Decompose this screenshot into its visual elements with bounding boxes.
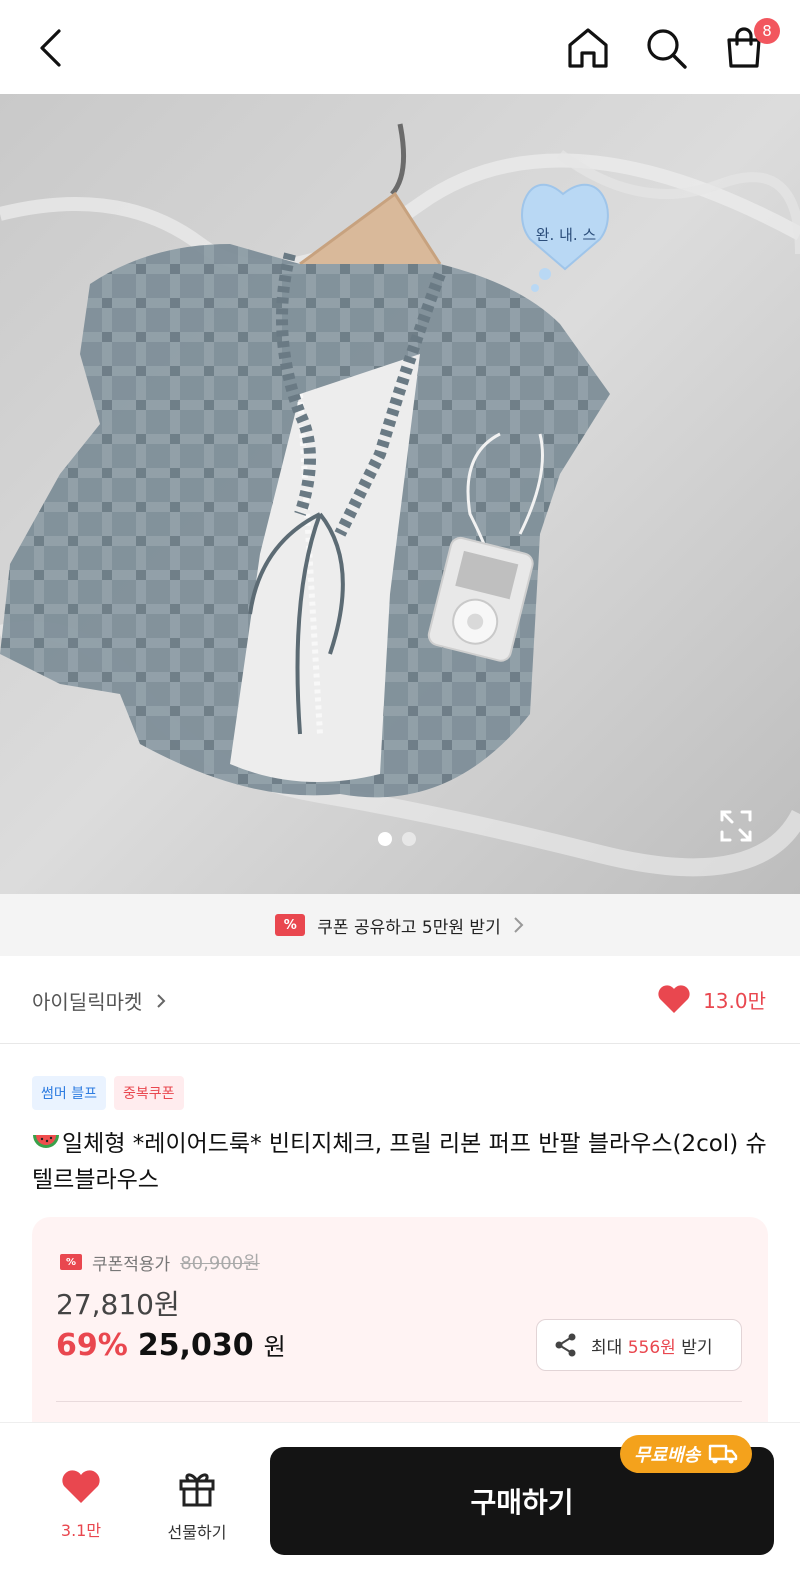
gift-label: 선물하기 xyxy=(167,1523,227,1542)
coupon-icon: % xyxy=(60,1254,82,1270)
gift-button[interactable]: 선물하기 xyxy=(160,1469,234,1543)
wishlist-button[interactable]: 3.1만 xyxy=(50,1469,112,1541)
share-icon xyxy=(555,1333,576,1357)
price-box: % 쿠폰적용가 80,900원 27,810원 69% 25,030 원 최대 … xyxy=(32,1217,768,1457)
store-row: 아이딜릭마켓 13.0만 xyxy=(0,956,800,1044)
final-price-unit: 원 xyxy=(263,1333,286,1361)
home-icon xyxy=(568,28,608,68)
product-title-text: 일체형 *레이어드룩* 빈티지체크, 프릴 리본 퍼프 반팔 블라우스(2col… xyxy=(32,1131,767,1193)
chevron-left-icon xyxy=(40,29,61,67)
coupon-share-text: 쿠폰 공유하고 5만원 받기 xyxy=(317,917,501,938)
bottom-action-bar: 3.1만 선물하기 구매하기 무료배송 xyxy=(0,1422,800,1580)
chevron-right-icon xyxy=(514,917,524,933)
heart-icon xyxy=(658,985,690,1013)
heart-bubble-text: 완. 내. 스 xyxy=(536,226,597,244)
buy-label: 구매하기 xyxy=(470,1486,574,1519)
original-price: 80,900원 xyxy=(180,1253,260,1274)
coupon-icon: % xyxy=(275,914,306,936)
chevron-right-icon xyxy=(157,993,166,1008)
expand-image-button[interactable] xyxy=(718,808,754,844)
coupon-price-line: % 쿠폰적용가 80,900원 xyxy=(60,1249,260,1275)
free-shipping-label: 무료배송 xyxy=(634,1445,701,1466)
share-prefix: 최대 xyxy=(591,1337,623,1358)
free-shipping-badge: 무료배송 xyxy=(620,1435,753,1473)
heart-icon xyxy=(62,1470,100,1503)
tag-summer-bf: 썸머 블프 xyxy=(32,1076,106,1110)
share-reward-button[interactable]: 최대 556원 받기 xyxy=(536,1319,742,1371)
product-photo: 완. 내. 스 xyxy=(0,94,800,894)
home-button[interactable] xyxy=(560,20,616,76)
truck-icon xyxy=(709,1444,738,1464)
store-link[interactable]: 아이딜릭마켓 xyxy=(32,986,166,1015)
gift-icon xyxy=(179,1473,215,1507)
tag-double-coupon: 중복쿠폰 xyxy=(113,1076,184,1110)
top-nav-bar: 8 xyxy=(0,0,800,94)
carousel-indicator xyxy=(378,832,416,846)
store-like-button[interactable]: 13.0만 xyxy=(657,984,766,1014)
carousel-dot-2 xyxy=(402,832,416,846)
product-image-carousel[interactable]: 완. 내. 스 xyxy=(0,94,800,894)
coupon-share-banner[interactable]: % 쿠폰 공유하고 5만원 받기 xyxy=(0,894,800,956)
coupon-price-label: 쿠폰적용가 xyxy=(92,1254,171,1275)
search-button[interactable] xyxy=(638,20,694,76)
carousel-dot-1 xyxy=(378,832,392,846)
discount-rate: 69% xyxy=(56,1328,128,1363)
cart-count-badge: 8 xyxy=(754,18,780,44)
expand-icon xyxy=(720,810,752,842)
share-suffix: 받기 xyxy=(681,1337,713,1358)
share-amount: 556원 xyxy=(627,1337,676,1358)
final-price: 69% 25,030 원 xyxy=(56,1327,286,1363)
back-button[interactable] xyxy=(22,20,78,76)
store-name: 아이딜릭마켓 xyxy=(32,990,143,1014)
search-icon xyxy=(647,29,687,69)
store-like-count: 13.0만 xyxy=(703,988,766,1013)
watermelon-icon xyxy=(33,1135,59,1148)
divider xyxy=(56,1401,742,1402)
wishlist-count: 3.1만 xyxy=(60,1521,102,1540)
promo-tags: 썸머 블프 중복쿠폰 xyxy=(32,1076,184,1110)
product-title: 일체형 *레이어드룩* 빈티지체크, 프릴 리본 퍼프 반팔 블라우스(2col… xyxy=(32,1126,772,1198)
final-price-amount: 25,030 xyxy=(137,1328,254,1363)
coupon-applied-price: 27,810원 xyxy=(56,1288,180,1321)
